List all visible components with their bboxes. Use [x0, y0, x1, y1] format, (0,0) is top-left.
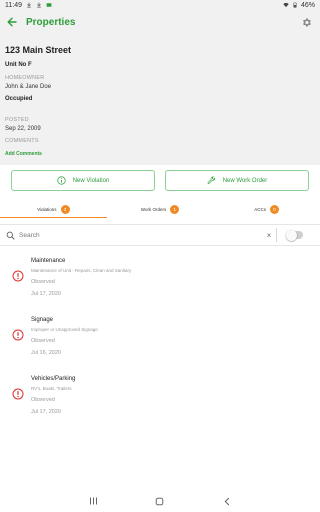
violation-title: Vehicles/Parking — [31, 376, 76, 382]
search-input[interactable] — [17, 227, 264, 243]
warning-icon — [12, 329, 24, 341]
violation-description: Improper or Unapproved Signage — [31, 327, 98, 332]
chevron-left-icon — [224, 497, 229, 505]
property-address: 123 Main Street — [5, 45, 72, 55]
tab-bar: Violations 3 Work Orders 1 ACCs 0 — [0, 201, 320, 218]
gear-icon — [302, 18, 311, 26]
toggle-knob — [286, 229, 297, 241]
warning-icon — [12, 270, 24, 282]
status-time: 11:49 — [5, 1, 22, 9]
search-divider — [276, 228, 277, 242]
info-icon — [57, 176, 66, 185]
violation-list: Maintenance Maintenance of Unit - Repair… — [0, 247, 320, 424]
wifi-icon — [283, 2, 289, 8]
page-title: Properties — [26, 16, 76, 28]
violation-date: Jul 16, 2020 — [31, 350, 61, 356]
posted-label: POSTED — [5, 117, 29, 123]
recent-apps-button[interactable] — [85, 493, 101, 509]
add-comments-link[interactable]: Add Comments — [5, 151, 42, 157]
new-violation-button[interactable]: New Violation — [11, 170, 155, 191]
search-bar: × — [0, 224, 320, 246]
unit-number: Unit No F — [5, 62, 32, 68]
homeowner-name: John & Jane Doe — [5, 84, 52, 90]
settings-button[interactable] — [296, 12, 316, 32]
recent-apps-icon — [89, 497, 97, 505]
tab-accs-label: ACCs — [254, 207, 267, 212]
posted-date: Sep 22, 2009 — [5, 126, 41, 132]
search-icon — [3, 228, 17, 242]
tab-work-orders[interactable]: Work Orders 1 — [107, 201, 214, 218]
violation-title: Maintenance — [31, 258, 66, 264]
filter-toggle[interactable] — [286, 229, 303, 241]
violation-status: Observed — [31, 279, 55, 285]
tab-work-orders-count-badge: 1 — [170, 205, 180, 214]
new-work-order-label: New Work Order — [222, 177, 268, 184]
battery-icon — [293, 2, 297, 8]
violation-description: RV's, Boats, Trailers — [31, 386, 72, 391]
property-info: 123 Main Street Unit No F HOMEOWNER John… — [0, 34, 320, 165]
app-notification-icon — [46, 3, 52, 7]
tab-accs[interactable]: ACCs 0 — [213, 201, 320, 218]
download-icon-2 — [37, 2, 41, 8]
violation-status: Observed — [31, 397, 55, 403]
violation-status: Observed — [31, 338, 55, 344]
download-icon — [27, 2, 31, 8]
app-bar: Properties — [0, 10, 320, 34]
list-item[interactable]: Signage Improper or Unapproved Signage O… — [0, 306, 320, 365]
clear-search-button[interactable]: × — [264, 229, 274, 241]
occupancy-status: Occupied — [5, 96, 33, 102]
tab-work-orders-label: Work Orders — [140, 207, 167, 212]
system-nav-bar — [0, 490, 320, 512]
violation-date: Jul 17, 2020 — [31, 291, 61, 297]
tab-accs-count-badge: 0 — [270, 205, 280, 214]
violation-title: Signage — [31, 317, 54, 323]
home-icon — [156, 497, 164, 505]
battery-level: 46% — [300, 1, 315, 9]
tab-violations[interactable]: Violations 3 — [0, 201, 107, 218]
wrench-icon — [207, 176, 215, 184]
arrow-back-icon — [7, 17, 17, 27]
comments-label: COMMENTS — [5, 138, 39, 144]
action-buttons: New Violation New Work Order — [11, 170, 309, 191]
home-button[interactable] — [152, 493, 168, 509]
back-button[interactable] — [0, 10, 24, 34]
list-item[interactable]: Vehicles/Parking RV's, Boats, Trailers O… — [0, 365, 320, 424]
warning-icon — [12, 388, 24, 400]
new-violation-label: New Violation — [72, 177, 110, 184]
violation-date: Jul 17, 2020 — [31, 409, 61, 415]
list-item[interactable]: Maintenance Maintenance of Unit - Repair… — [0, 247, 320, 306]
tab-violations-label: Violations — [37, 207, 57, 212]
violation-description: Maintenance of Unit - Repairs, Clean and… — [31, 268, 132, 273]
tab-violations-count-badge: 3 — [60, 205, 70, 214]
new-work-order-button[interactable]: New Work Order — [165, 170, 309, 191]
homeowner-label: HOMEOWNER — [5, 75, 45, 81]
back-nav-button[interactable] — [219, 493, 235, 509]
status-bar: 11:49 46% — [0, 0, 320, 10]
